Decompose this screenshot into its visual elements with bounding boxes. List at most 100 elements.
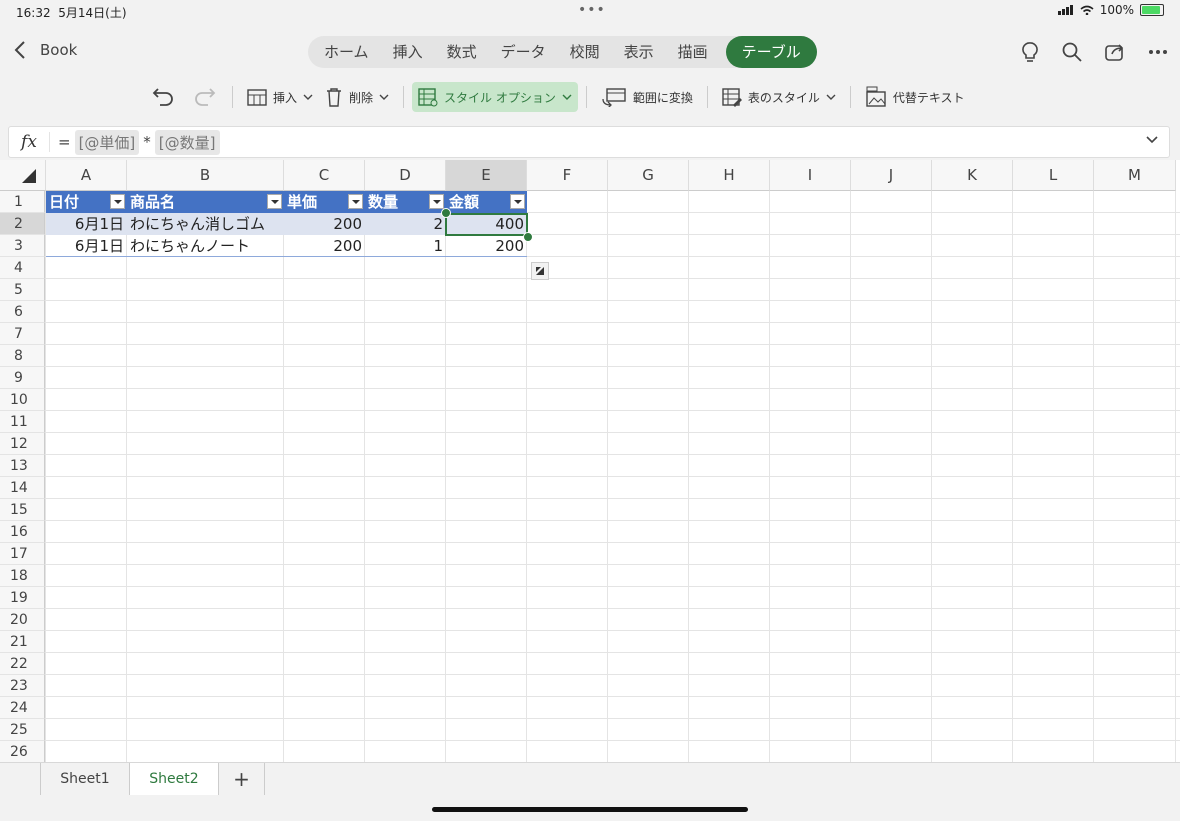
fx-icon[interactable]: fx	[9, 132, 50, 152]
row-header-17[interactable]: 17	[0, 543, 45, 565]
tab-home[interactable]: ホーム	[312, 36, 381, 68]
selection-handle-top[interactable]	[441, 208, 451, 218]
filter-dropdown-icon[interactable]	[510, 194, 525, 209]
column-header-e[interactable]: E	[446, 160, 527, 191]
table-cell[interactable]: 200	[284, 235, 365, 257]
table-header-cell[interactable]: 日付	[46, 191, 127, 213]
add-sheet-button[interactable]: +	[219, 763, 265, 795]
select-all-corner[interactable]	[0, 160, 46, 191]
row-header-10[interactable]: 10	[0, 389, 45, 411]
column-header-i[interactable]: I	[770, 160, 851, 191]
row-header-26[interactable]: 26	[0, 741, 45, 762]
tab-formulas[interactable]: 数式	[435, 36, 489, 68]
column-header-g[interactable]: G	[608, 160, 689, 191]
table-cell[interactable]: 6月1日	[46, 235, 127, 257]
column-header-a[interactable]: A	[46, 160, 127, 191]
table-style-button[interactable]: 表のスタイル	[716, 82, 842, 112]
alt-text-button[interactable]: 代替テキスト	[859, 82, 971, 112]
more-icon[interactable]	[1148, 49, 1168, 55]
column-header-f[interactable]: F	[527, 160, 608, 191]
tab-table[interactable]: テーブル	[725, 36, 817, 68]
row-header-21[interactable]: 21	[0, 631, 45, 653]
formula-text[interactable]: = [@単価] * [@数量]	[58, 129, 220, 155]
column-header-k[interactable]: K	[932, 160, 1013, 191]
tab-insert[interactable]: 挿入	[381, 36, 435, 68]
insert-button[interactable]: 挿入	[241, 82, 319, 112]
table-header-cell[interactable]: 単価	[284, 191, 365, 213]
wifi-icon	[1080, 5, 1094, 15]
tab-view[interactable]: 表示	[612, 36, 666, 68]
column-header-m[interactable]: M	[1094, 160, 1176, 191]
table-cell[interactable]: わにちゃんノート	[127, 235, 284, 257]
table-cell[interactable]: 200	[446, 235, 527, 257]
back-button[interactable]: Book	[14, 40, 77, 60]
row-header-12[interactable]: 12	[0, 433, 45, 455]
row-header-9[interactable]: 9	[0, 367, 45, 389]
tab-review[interactable]: 校閲	[558, 36, 612, 68]
row-header-7[interactable]: 7	[0, 323, 45, 345]
row-header-24[interactable]: 24	[0, 697, 45, 719]
row-header-1[interactable]: 1	[0, 191, 45, 213]
row-header-3[interactable]: 3	[0, 235, 45, 257]
home-indicator[interactable]	[432, 807, 748, 812]
selection-handle-bottom[interactable]	[523, 232, 533, 242]
row-header-6[interactable]: 6	[0, 301, 45, 323]
row-header-2[interactable]: 2	[0, 213, 45, 235]
table-header-cell[interactable]: 金額	[446, 191, 527, 213]
column-header-j[interactable]: J	[851, 160, 932, 191]
grid-line	[45, 344, 1180, 345]
row-header-4[interactable]: 4	[0, 257, 45, 279]
table-header-label: 数量	[368, 193, 399, 211]
delete-button[interactable]: 削除	[319, 82, 395, 112]
tab-data[interactable]: データ	[489, 36, 558, 68]
row-header-22[interactable]: 22	[0, 653, 45, 675]
battery-icon	[1140, 4, 1164, 16]
sheet-tab-sheet1[interactable]: Sheet1	[40, 763, 129, 795]
filter-dropdown-icon[interactable]	[429, 194, 444, 209]
row-header-14[interactable]: 14	[0, 477, 45, 499]
filter-dropdown-icon[interactable]	[348, 194, 363, 209]
chevron-left-icon	[14, 41, 25, 59]
style-options-button[interactable]: スタイル オプション	[412, 82, 578, 112]
table-cell[interactable]: 200	[284, 213, 365, 235]
column-header-d[interactable]: D	[365, 160, 446, 191]
row-header-19[interactable]: 19	[0, 587, 45, 609]
row-header-15[interactable]: 15	[0, 499, 45, 521]
row-header-16[interactable]: 16	[0, 521, 45, 543]
table-header-cell[interactable]: 商品名	[127, 191, 284, 213]
row-header-20[interactable]: 20	[0, 609, 45, 631]
formula-bar[interactable]: fx = [@単価] * [@数量]	[8, 126, 1170, 158]
table-header-cell[interactable]: 数量	[365, 191, 446, 213]
table-cell[interactable]: 1	[365, 235, 446, 257]
column-header-c[interactable]: C	[284, 160, 365, 191]
row-header-23[interactable]: 23	[0, 675, 45, 697]
row-header-11[interactable]: 11	[0, 411, 45, 433]
redo-icon[interactable]	[192, 85, 216, 109]
table-resize-handle[interactable]	[531, 262, 549, 280]
expand-formula-icon[interactable]	[1145, 133, 1159, 147]
row-header-8[interactable]: 8	[0, 345, 45, 367]
table-cell[interactable]: 2	[365, 213, 446, 235]
filter-dropdown-icon[interactable]	[267, 194, 282, 209]
row-header-25[interactable]: 25	[0, 719, 45, 741]
share-icon[interactable]	[1104, 42, 1126, 62]
convert-to-range-button[interactable]: 範囲に変換	[595, 82, 699, 112]
column-header-b[interactable]: B	[127, 160, 284, 191]
table-header-label: 金額	[449, 193, 480, 211]
row-header-5[interactable]: 5	[0, 279, 45, 301]
table-cell[interactable]: 6月1日	[46, 213, 127, 235]
filter-dropdown-icon[interactable]	[110, 194, 125, 209]
undo-icon[interactable]	[152, 85, 176, 109]
search-icon[interactable]	[1062, 42, 1082, 62]
column-header-h[interactable]: H	[689, 160, 770, 191]
spreadsheet-grid[interactable]: ABCDEFGHIJKLM 1 2 3 4 5 6 7 8 9 10 11 12 13 14 15 16 17 1…	[0, 160, 1180, 762]
row-header-18[interactable]: 18	[0, 565, 45, 587]
status-bar: 16:32 5月14日(土) ••• 100%	[0, 0, 1180, 24]
row-header-13[interactable]: 13	[0, 455, 45, 477]
sheet-tab-sheet2[interactable]: Sheet2	[129, 763, 219, 795]
multitask-dots-icon[interactable]: •••	[578, 2, 606, 18]
lightbulb-icon[interactable]	[1020, 41, 1040, 63]
tab-draw[interactable]: 描画	[666, 36, 720, 68]
column-header-l[interactable]: L	[1013, 160, 1094, 191]
table-cell[interactable]: わにちゃん消しゴム	[127, 213, 284, 235]
